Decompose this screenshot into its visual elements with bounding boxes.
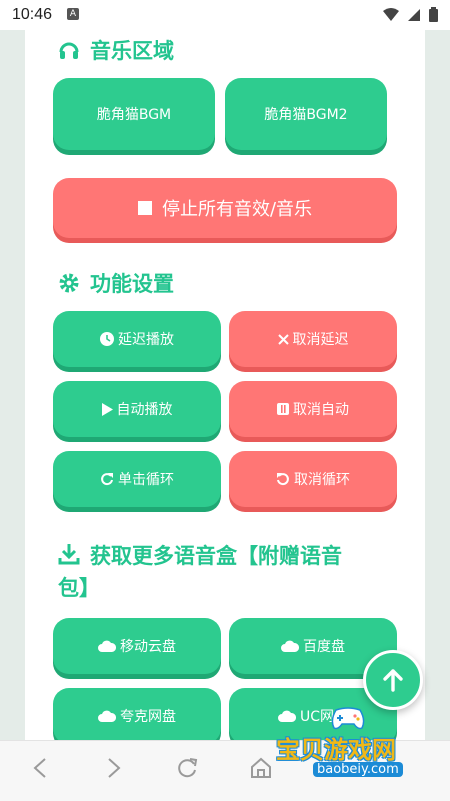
cancel-auto-button[interactable]: 取消自动	[229, 381, 397, 437]
gear-icon	[59, 273, 79, 293]
watermark-url: baobeiy.com	[313, 762, 403, 777]
status-bar: 10:46 A	[0, 0, 450, 30]
stop-icon	[137, 201, 152, 215]
bgm1-label: 脆角猫BGM	[96, 107, 172, 123]
baidu-pan-label: 百度盘	[303, 639, 345, 655]
bgm2-button[interactable]: 脆角猫BGM2	[225, 78, 387, 150]
single-loop-label: 单击循环	[118, 472, 174, 488]
stop-all-button[interactable]: 停止所有音效/音乐	[53, 178, 397, 238]
single-loop-button[interactable]: 单击循环	[53, 451, 221, 507]
download-title-line2: 包】	[58, 576, 100, 600]
clock-icon	[100, 332, 114, 346]
scroll-top-button[interactable]	[363, 650, 423, 710]
redo-icon	[101, 473, 113, 486]
stop-all-label: 停止所有音效/音乐	[161, 199, 313, 220]
wifi-icon	[383, 7, 399, 21]
auto-play-button[interactable]: 自动播放	[53, 381, 221, 437]
close-icon	[277, 333, 289, 345]
delay-play-button[interactable]: 延迟播放	[53, 311, 221, 367]
bgm2-label: 脆角猫BGM2	[264, 107, 348, 123]
delay-play-label: 延迟播放	[118, 332, 174, 348]
mobile-cloud-button[interactable]: 移动云盘	[53, 618, 221, 674]
forward-icon[interactable]	[106, 757, 122, 779]
battery-icon	[429, 7, 438, 22]
headphones-icon	[59, 42, 79, 59]
gamepad-icon	[331, 707, 365, 730]
refresh-icon[interactable]	[176, 757, 198, 779]
cloud-icon	[98, 640, 116, 652]
download-title-line1: 获取更多语音盒【附赠语音	[90, 544, 342, 568]
system-icons	[383, 7, 438, 22]
signal-icon	[408, 8, 420, 21]
cancel-delay-button[interactable]: 取消延迟	[229, 311, 397, 367]
cloud-icon	[277, 710, 296, 722]
main-content[interactable]: 音乐区域 脆角猫BGM 脆角猫BGM2 停止所有音效/音乐 功能设置 延迟播放 …	[25, 30, 425, 740]
app-notification-icon: A	[67, 8, 79, 20]
status-time: 10:46	[12, 6, 53, 23]
cancel-delay-label: 取消延迟	[292, 332, 349, 348]
cancel-loop-label: 取消循环	[294, 472, 350, 488]
features-title-text: 功能设置	[90, 272, 174, 296]
mobile-cloud-label: 移动云盘	[120, 639, 176, 655]
play-icon	[101, 402, 113, 416]
watermark-logo: 宝贝游戏网 baobeiy.com	[268, 707, 438, 788]
auto-play-label: 自动播放	[116, 402, 173, 418]
cloud-icon	[281, 640, 299, 652]
music-title-text: 音乐区域	[90, 39, 174, 63]
cancel-auto-label: 取消自动	[293, 402, 349, 418]
undo-icon	[277, 473, 289, 486]
arrow-up-icon	[383, 669, 403, 692]
download-icon	[58, 544, 80, 565]
download-section-title: 获取更多语音盒【附赠语音 包】	[58, 540, 400, 604]
music-section-title: 音乐区域	[58, 35, 174, 65]
cancel-loop-button[interactable]: 取消循环	[229, 451, 397, 507]
features-section-title: 功能设置	[58, 268, 174, 298]
quark-pan-button[interactable]: 夸克网盘	[53, 688, 221, 740]
quark-pan-label: 夸克网盘	[120, 709, 176, 725]
back-icon[interactable]	[32, 757, 48, 779]
watermark-text: 宝贝游戏网	[276, 736, 396, 764]
cloud-icon	[98, 710, 116, 722]
pause-icon	[277, 403, 289, 415]
bgm1-button[interactable]: 脆角猫BGM	[53, 78, 215, 150]
